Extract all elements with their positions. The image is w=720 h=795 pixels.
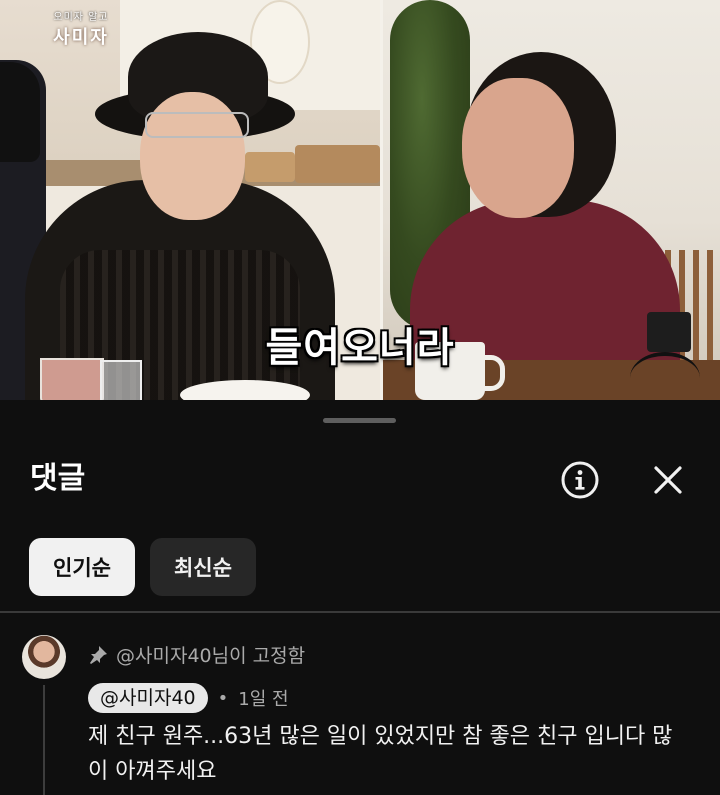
video-subtitle: 들여오너라 [265,325,455,371]
author-handle[interactable]: @사미자40 [88,683,208,713]
thread-line [43,685,45,795]
sort-chip-newest[interactable]: 최신순 [149,538,256,596]
info-button[interactable] [560,460,600,500]
close-button[interactable] [648,460,688,500]
bread-basket [245,152,295,182]
comment-author-row: @사미자40 • 1일 전 [88,683,289,713]
woman-in-red-face [462,78,574,218]
edge-person-cap [0,62,40,162]
meta-dot: • [217,687,229,709]
comment-time: 1일 전 [238,689,289,710]
video-player[interactable]: 오미자 알고 사미자 들여오너라 [0,0,720,400]
sort-chip-popular[interactable]: 인기순 [29,538,135,596]
drag-handle[interactable] [323,418,396,423]
comments-panel: 댓글 인기순 최신순 @사미자40님이 고정함 @사미자40 • 1일 전 제 … [0,400,720,795]
pinned-indicator: @사미자40님이 고정함 [88,641,305,668]
channel-logo-small: 오미자 알고 [53,12,109,23]
pin-icon [90,645,107,664]
close-icon [654,466,682,494]
channel-logo-main: 사미자 [53,27,109,48]
divider [0,611,720,613]
panel-title: 댓글 [30,461,86,496]
sort-chips: 인기순 최신순 [29,538,256,596]
pinned-label: @사미자40님이 고정함 [116,645,306,667]
bread-basket [295,145,380,183]
comment-text: 제 친구 원주...63년 많은 일이 있었지만 참 좋은 친구 입니다 많이 … [88,724,673,784]
info-icon [561,461,599,499]
glasses [145,112,249,138]
channel-logo: 오미자 알고 사미자 [32,8,130,52]
avatar[interactable] [22,635,66,679]
